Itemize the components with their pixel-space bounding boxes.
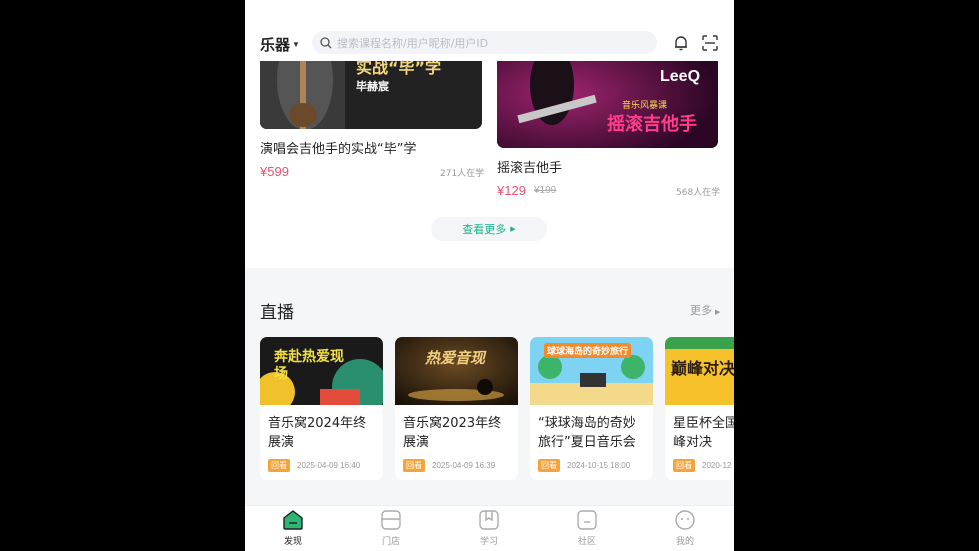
live-cover-text: 球球海岛的奇妙旅行 [544,343,632,358]
live-card-time: 2020-12 [702,461,732,470]
category-selector[interactable]: 乐器 ▼ [260,34,300,55]
replay-badge: 回看 [673,459,695,472]
course-image-logo: LeeQ [660,68,701,85]
tab-label: 学习 [479,537,498,547]
course-learners: 568人在学 [676,188,721,198]
course-title[interactable]: 演唱会吉他手的实战“毕”学 [260,138,416,157]
live-cover-text: 巅峰对决 [671,359,734,378]
tab-discover[interactable]: 发现 [263,509,323,547]
course-title[interactable]: 摇滚吉他手 [497,157,562,176]
course-price: ¥129 [497,183,526,198]
course-image-title: 摇滚吉他手 [607,114,697,135]
live-cover-text: 热爱音现 [425,349,486,367]
live-card-title: “球球海岛的奇妙 旅行”夏日音乐会 [538,416,636,450]
course-learners: 271人在学 [440,169,485,179]
live-card[interactable]: 球球海岛的奇妙旅行 “球球海岛的奇妙 旅行”夏日音乐会 回看 2024-10-1… [530,337,653,480]
live-more-link[interactable]: 更多 ▶ [690,302,720,318]
live-card[interactable]: 奔赴热爱现场 音乐窝2024年终 展演 回看 2025-04-09 16:40 [260,337,383,480]
course-price: ¥599 [260,164,289,179]
discover-home-icon [283,510,303,530]
live-card[interactable]: 巅峰对决 星臣杯全国 峰对决 回看 2020-12 [665,337,734,480]
tab-label: 社区 [577,537,596,547]
replay-badge: 回看 [403,459,425,472]
live-card-title: 音乐窝2023年终 展演 [403,416,502,450]
scan-icon[interactable] [701,34,719,52]
tab-community[interactable]: 社区 [557,509,617,547]
tab-label: 门店 [381,537,400,547]
live-card-title: 音乐窝2024年终 展演 [268,416,367,450]
search-input[interactable]: 搜索课程名称/用户昵称/用户ID [312,31,657,54]
caret-down-icon: ▼ [292,40,300,49]
replay-badge: 回看 [268,459,290,472]
live-cover-text: 奔赴热爱现场 [274,349,344,382]
course-image-teacher: 毕赫宸 [356,80,389,93]
book-icon [479,510,499,530]
top-header: 乐器 ▼ 搜索课程名称/用户昵称/用户ID [245,25,734,61]
live-card[interactable]: 热爱音现 音乐窝2023年终 展演 回看 2025-04-09 16:39 [395,337,518,480]
search-placeholder: 搜索课程名称/用户昵称/用户ID [337,36,489,50]
live-card-time: 2025-04-09 16:39 [432,461,496,470]
tab-label: 我的 [675,537,694,547]
tab-label: 发现 [283,537,302,547]
bottom-tab-bar: 发现 门店 学习 社区 我的 [245,505,734,551]
tab-store[interactable]: 门店 [361,509,421,547]
live-card-time: 2024-10-15 18:00 [567,461,631,470]
live-more-label: 更多 [690,304,712,317]
play-triangle-icon: ▶ [510,225,516,233]
search-icon [320,36,332,48]
smiley-face-icon [675,510,695,530]
live-card-title: 星臣杯全国 峰对决 [673,416,734,450]
store-icon [381,510,401,530]
chevron-right-icon: ▶ [715,308,721,316]
bell-icon[interactable] [672,34,690,52]
category-label: 乐器 [260,37,291,54]
live-card-time: 2025-04-09 16:40 [297,461,361,470]
course-original-price: ¥199 [534,185,557,196]
live-section-title: 直播 [260,303,294,323]
view-more-button[interactable]: 查看更多 ▶ [431,217,547,241]
view-more-label: 查看更多 [462,223,507,236]
app-screen: 实战“毕”学 毕赫宸 演唱会吉他手的实战“毕”学 ¥599 271人在学 Lee… [245,0,734,551]
chat-icon [577,510,597,530]
replay-badge: 回看 [538,459,560,472]
tab-profile[interactable]: 我的 [655,509,715,547]
tab-learn[interactable]: 学习 [459,509,519,547]
